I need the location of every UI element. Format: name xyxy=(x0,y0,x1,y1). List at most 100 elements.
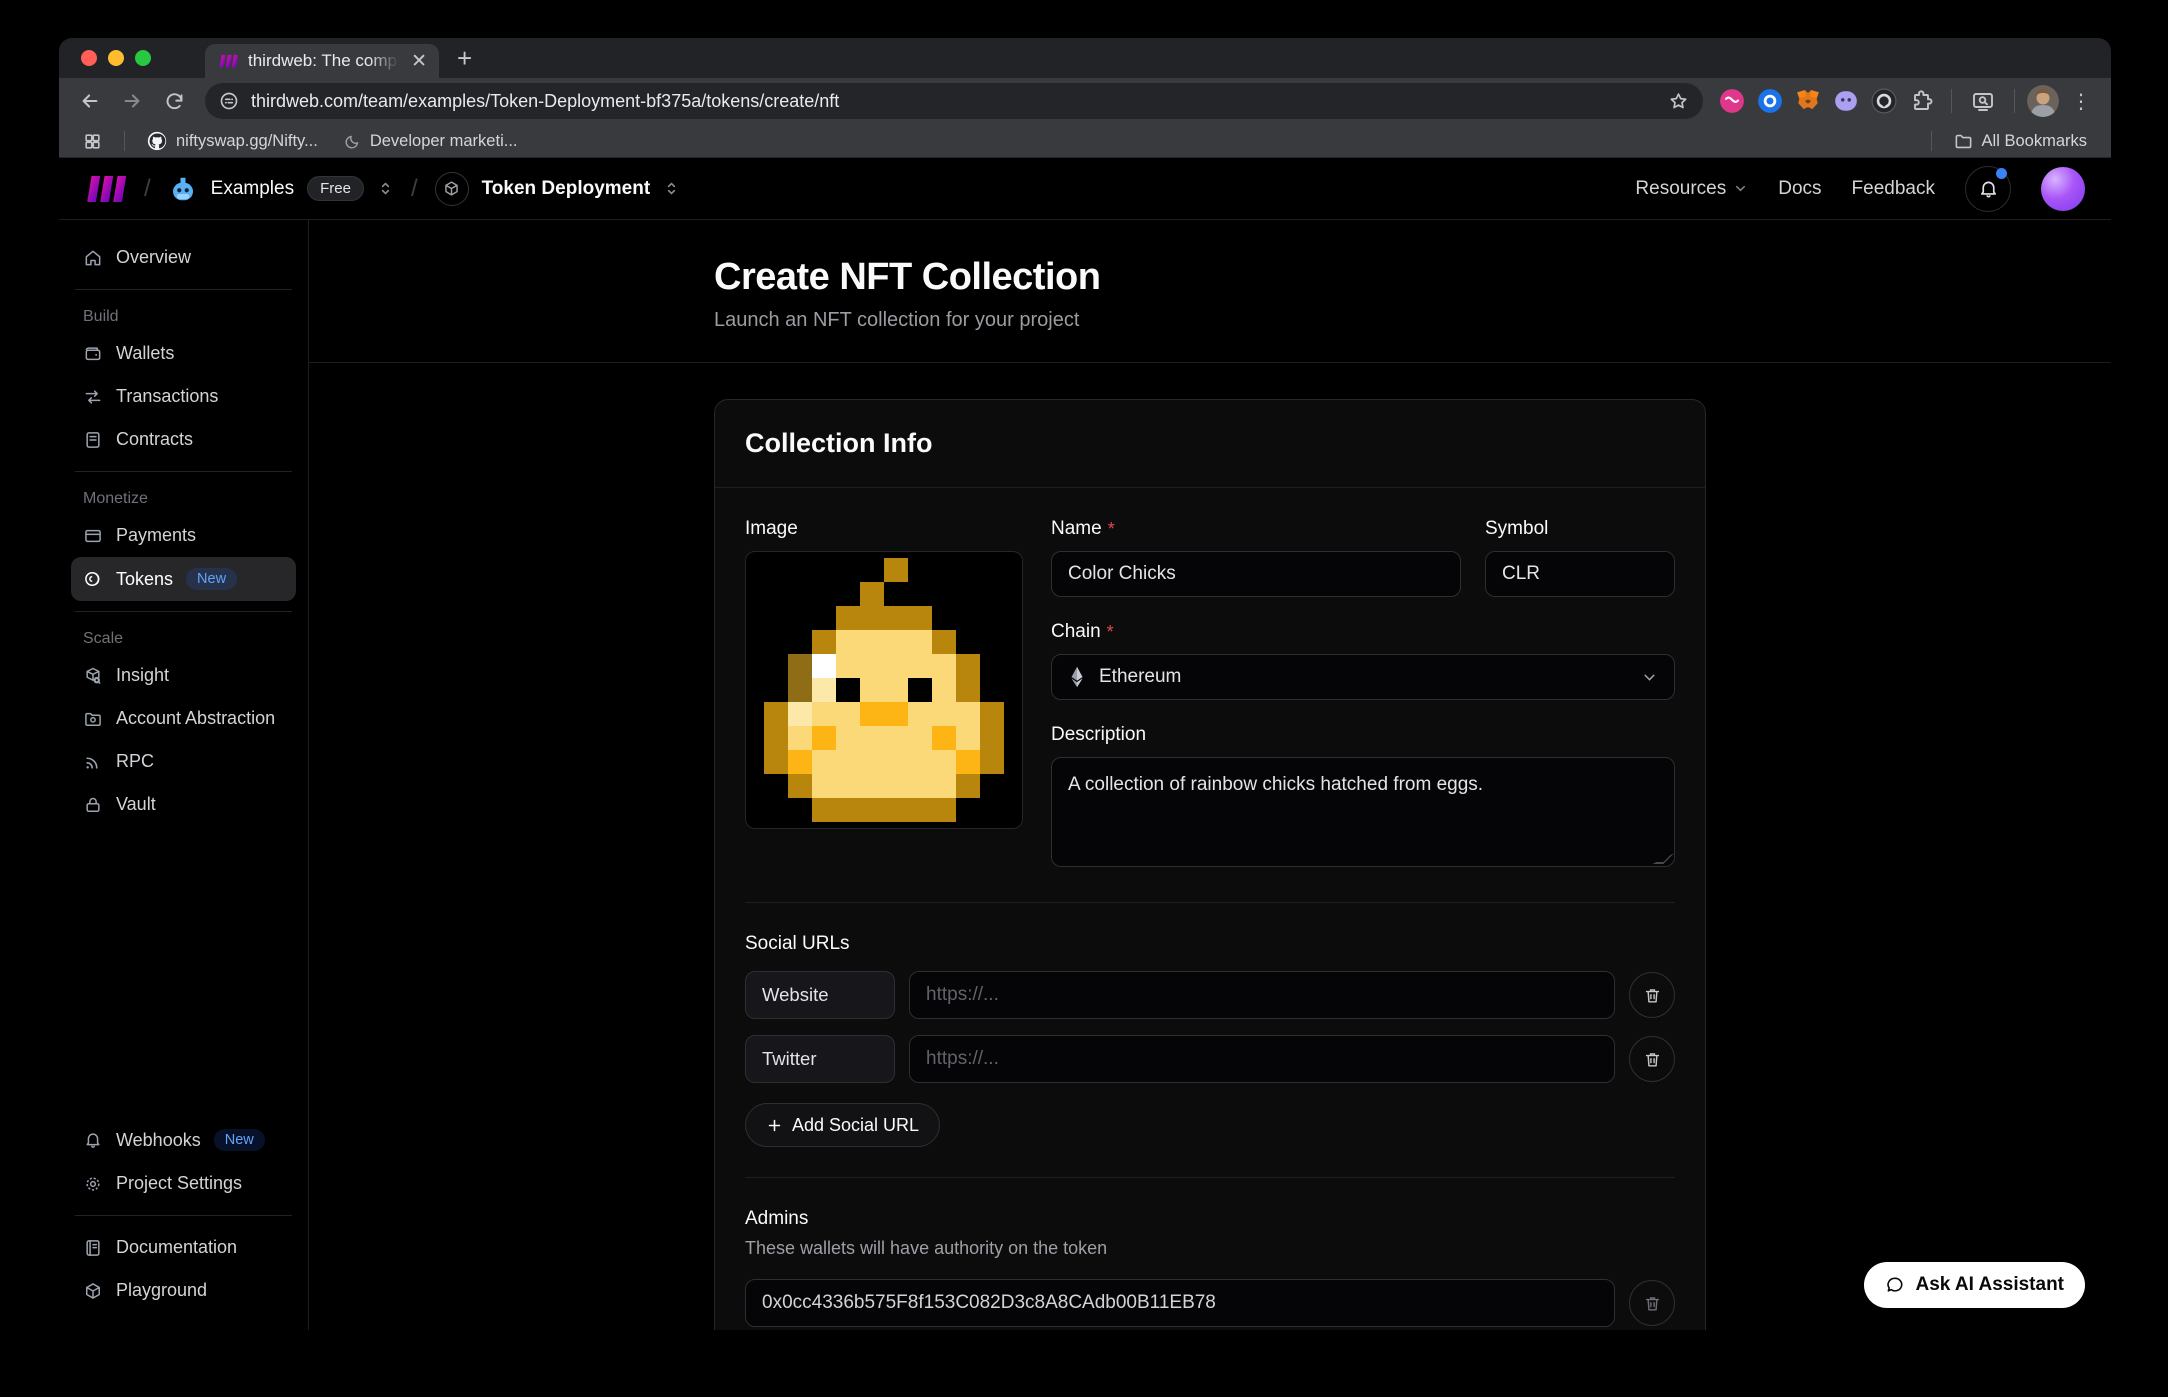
social-row-twitter: Twitter xyxy=(745,1035,1675,1083)
account-avatar[interactable] xyxy=(2041,167,2085,211)
name-input[interactable] xyxy=(1051,551,1461,597)
pixel-art-chick xyxy=(764,558,1004,822)
payments-icon xyxy=(83,526,103,546)
team-name[interactable]: Examples xyxy=(211,178,294,200)
add-social-url-button[interactable]: Add Social URL xyxy=(745,1103,940,1147)
sidebar-item-contracts[interactable]: Contracts xyxy=(71,418,296,461)
social-urls-label: Social URLs xyxy=(745,933,1675,955)
bookmark-developer-marketing[interactable]: Developer marketi... xyxy=(336,132,526,151)
macos-window-controls[interactable] xyxy=(59,38,165,78)
back-icon[interactable] xyxy=(71,82,109,120)
sidebar-item-label: Project Settings xyxy=(116,1173,242,1194)
apps-grid-icon[interactable] xyxy=(75,132,110,151)
forward-icon[interactable] xyxy=(113,82,151,120)
sidebar-item-wallets[interactable]: Wallets xyxy=(71,332,296,375)
transactions-icon xyxy=(83,387,103,407)
browser-tab-active[interactable]: thirdweb: The complete web3 ✕ xyxy=(205,44,439,78)
admins-description: These wallets will have authority on the… xyxy=(745,1238,1675,1259)
browser-profile-avatar[interactable] xyxy=(2027,85,2059,117)
extension-blue-icon[interactable] xyxy=(1753,84,1787,118)
nav-feedback[interactable]: Feedback xyxy=(1852,178,1935,200)
chevrons-up-down-icon[interactable] xyxy=(663,180,680,197)
url-text[interactable]: thirdweb.com/team/examples/Token-Deploym… xyxy=(251,91,1656,112)
ask-ai-assistant-label: Ask AI Assistant xyxy=(1915,1274,2064,1296)
desktop: thirdweb: The complete web3 ✕ + thirdweb… xyxy=(0,0,2168,1397)
bookmark-label: Developer marketi... xyxy=(370,132,518,151)
browser-window: thirdweb: The complete web3 ✕ + thirdweb… xyxy=(59,38,2111,1330)
sidebar-divider xyxy=(75,1215,292,1216)
notifications-button[interactable] xyxy=(1965,166,2011,212)
sidebar-section-scale: Scale xyxy=(71,622,296,654)
sidebar-item-label: Documentation xyxy=(116,1237,237,1258)
sidebar-item-overview[interactable]: Overview xyxy=(71,236,296,279)
minimize-window-button[interactable] xyxy=(108,50,124,66)
phantom-icon[interactable] xyxy=(1829,84,1863,118)
vault-lock-icon xyxy=(83,795,103,815)
nav-docs[interactable]: Docs xyxy=(1778,178,1821,200)
reload-icon[interactable] xyxy=(155,82,193,120)
site-settings-icon[interactable] xyxy=(219,91,239,111)
chevron-down-icon xyxy=(1641,669,1658,686)
bookmark-star-icon[interactable] xyxy=(1668,91,1689,112)
bell-icon xyxy=(1978,178,1999,199)
sidebar-item-insight[interactable]: Insight xyxy=(71,654,296,697)
toolbar-divider xyxy=(2014,89,2015,113)
page-header: Create NFT Collection Launch an NFT coll… xyxy=(309,220,2111,362)
address-bar[interactable]: thirdweb.com/team/examples/Token-Deploym… xyxy=(205,83,1703,119)
sidebar-divider xyxy=(75,611,292,612)
social-url-input[interactable] xyxy=(909,1035,1615,1083)
section-divider xyxy=(745,1177,1675,1178)
all-bookmarks-button[interactable]: All Bookmarks xyxy=(1946,132,2095,151)
tab-close-icon[interactable]: ✕ xyxy=(409,50,429,73)
chevrons-up-down-icon[interactable] xyxy=(377,180,394,197)
sidebar-item-webhooks[interactable]: Webhooks New xyxy=(71,1118,296,1162)
nav-resources[interactable]: Resources xyxy=(1635,178,1748,200)
sidebar-item-playground[interactable]: Playground xyxy=(71,1269,296,1312)
extension-pink-icon[interactable] xyxy=(1715,84,1749,118)
sidebar-item-label: Webhooks xyxy=(116,1130,201,1151)
extensions-puzzle-icon[interactable] xyxy=(1905,84,1939,118)
extension-dark-circle-icon[interactable] xyxy=(1867,84,1901,118)
delete-social-row-button[interactable] xyxy=(1629,972,1675,1018)
admin-address-input[interactable] xyxy=(745,1279,1615,1327)
browser-menu-kebab-icon[interactable]: ⋮ xyxy=(2063,89,2099,114)
project-name[interactable]: Token Deployment xyxy=(482,178,651,200)
account-abstraction-icon xyxy=(83,709,103,729)
sidebar-item-tokens[interactable]: Tokens New xyxy=(71,557,296,601)
chain-select[interactable]: Ethereum xyxy=(1051,654,1675,700)
sidebar-item-vault[interactable]: Vault xyxy=(71,783,296,826)
ask-ai-assistant-button[interactable]: Ask AI Assistant xyxy=(1864,1262,2085,1308)
thirdweb-app: / Examples Free / Token Deployment Resou… xyxy=(59,158,2111,1330)
sidebar-item-rpc[interactable]: RPC xyxy=(71,740,296,783)
collection-image[interactable] xyxy=(745,551,1023,829)
zoom-window-button[interactable] xyxy=(135,50,151,66)
sidebar-item-payments[interactable]: Payments xyxy=(71,514,296,557)
sidebar-item-account-abstraction[interactable]: Account Abstraction xyxy=(71,697,296,740)
sidebar-item-project-settings[interactable]: Project Settings xyxy=(71,1162,296,1205)
sidebar-item-documentation[interactable]: Documentation xyxy=(71,1226,296,1269)
social-type-select[interactable]: Website xyxy=(745,971,895,1019)
symbol-input[interactable] xyxy=(1485,551,1675,597)
social-url-input[interactable] xyxy=(909,971,1615,1019)
description-textarea[interactable]: A collection of rainbow chicks hatched f… xyxy=(1051,757,1675,867)
nav-docs-label: Docs xyxy=(1778,178,1821,200)
new-tab-button[interactable]: + xyxy=(457,43,472,74)
close-window-button[interactable] xyxy=(81,50,97,66)
social-type-select[interactable]: Twitter xyxy=(745,1035,895,1083)
home-icon xyxy=(83,248,103,268)
sidebar-item-transactions[interactable]: Transactions xyxy=(71,375,296,418)
sidebar-item-label: Overview xyxy=(116,247,191,268)
delete-admin-button[interactable] xyxy=(1629,1280,1675,1326)
thirdweb-logo[interactable] xyxy=(85,176,127,202)
bookmark-niftyswap[interactable]: niftyswap.gg/Nifty... xyxy=(139,131,326,151)
admin-row xyxy=(745,1279,1675,1327)
metamask-icon[interactable] xyxy=(1791,84,1825,118)
bookmarks-divider xyxy=(124,131,125,151)
team-avatar[interactable] xyxy=(168,174,198,204)
trash-icon xyxy=(1643,1294,1662,1313)
crescent-icon xyxy=(344,133,361,150)
delete-social-row-button[interactable] xyxy=(1629,1036,1675,1082)
tab-search-icon[interactable] xyxy=(1964,82,2002,120)
sidebar-item-label: Payments xyxy=(116,525,196,546)
docs-book-icon xyxy=(83,1238,103,1258)
